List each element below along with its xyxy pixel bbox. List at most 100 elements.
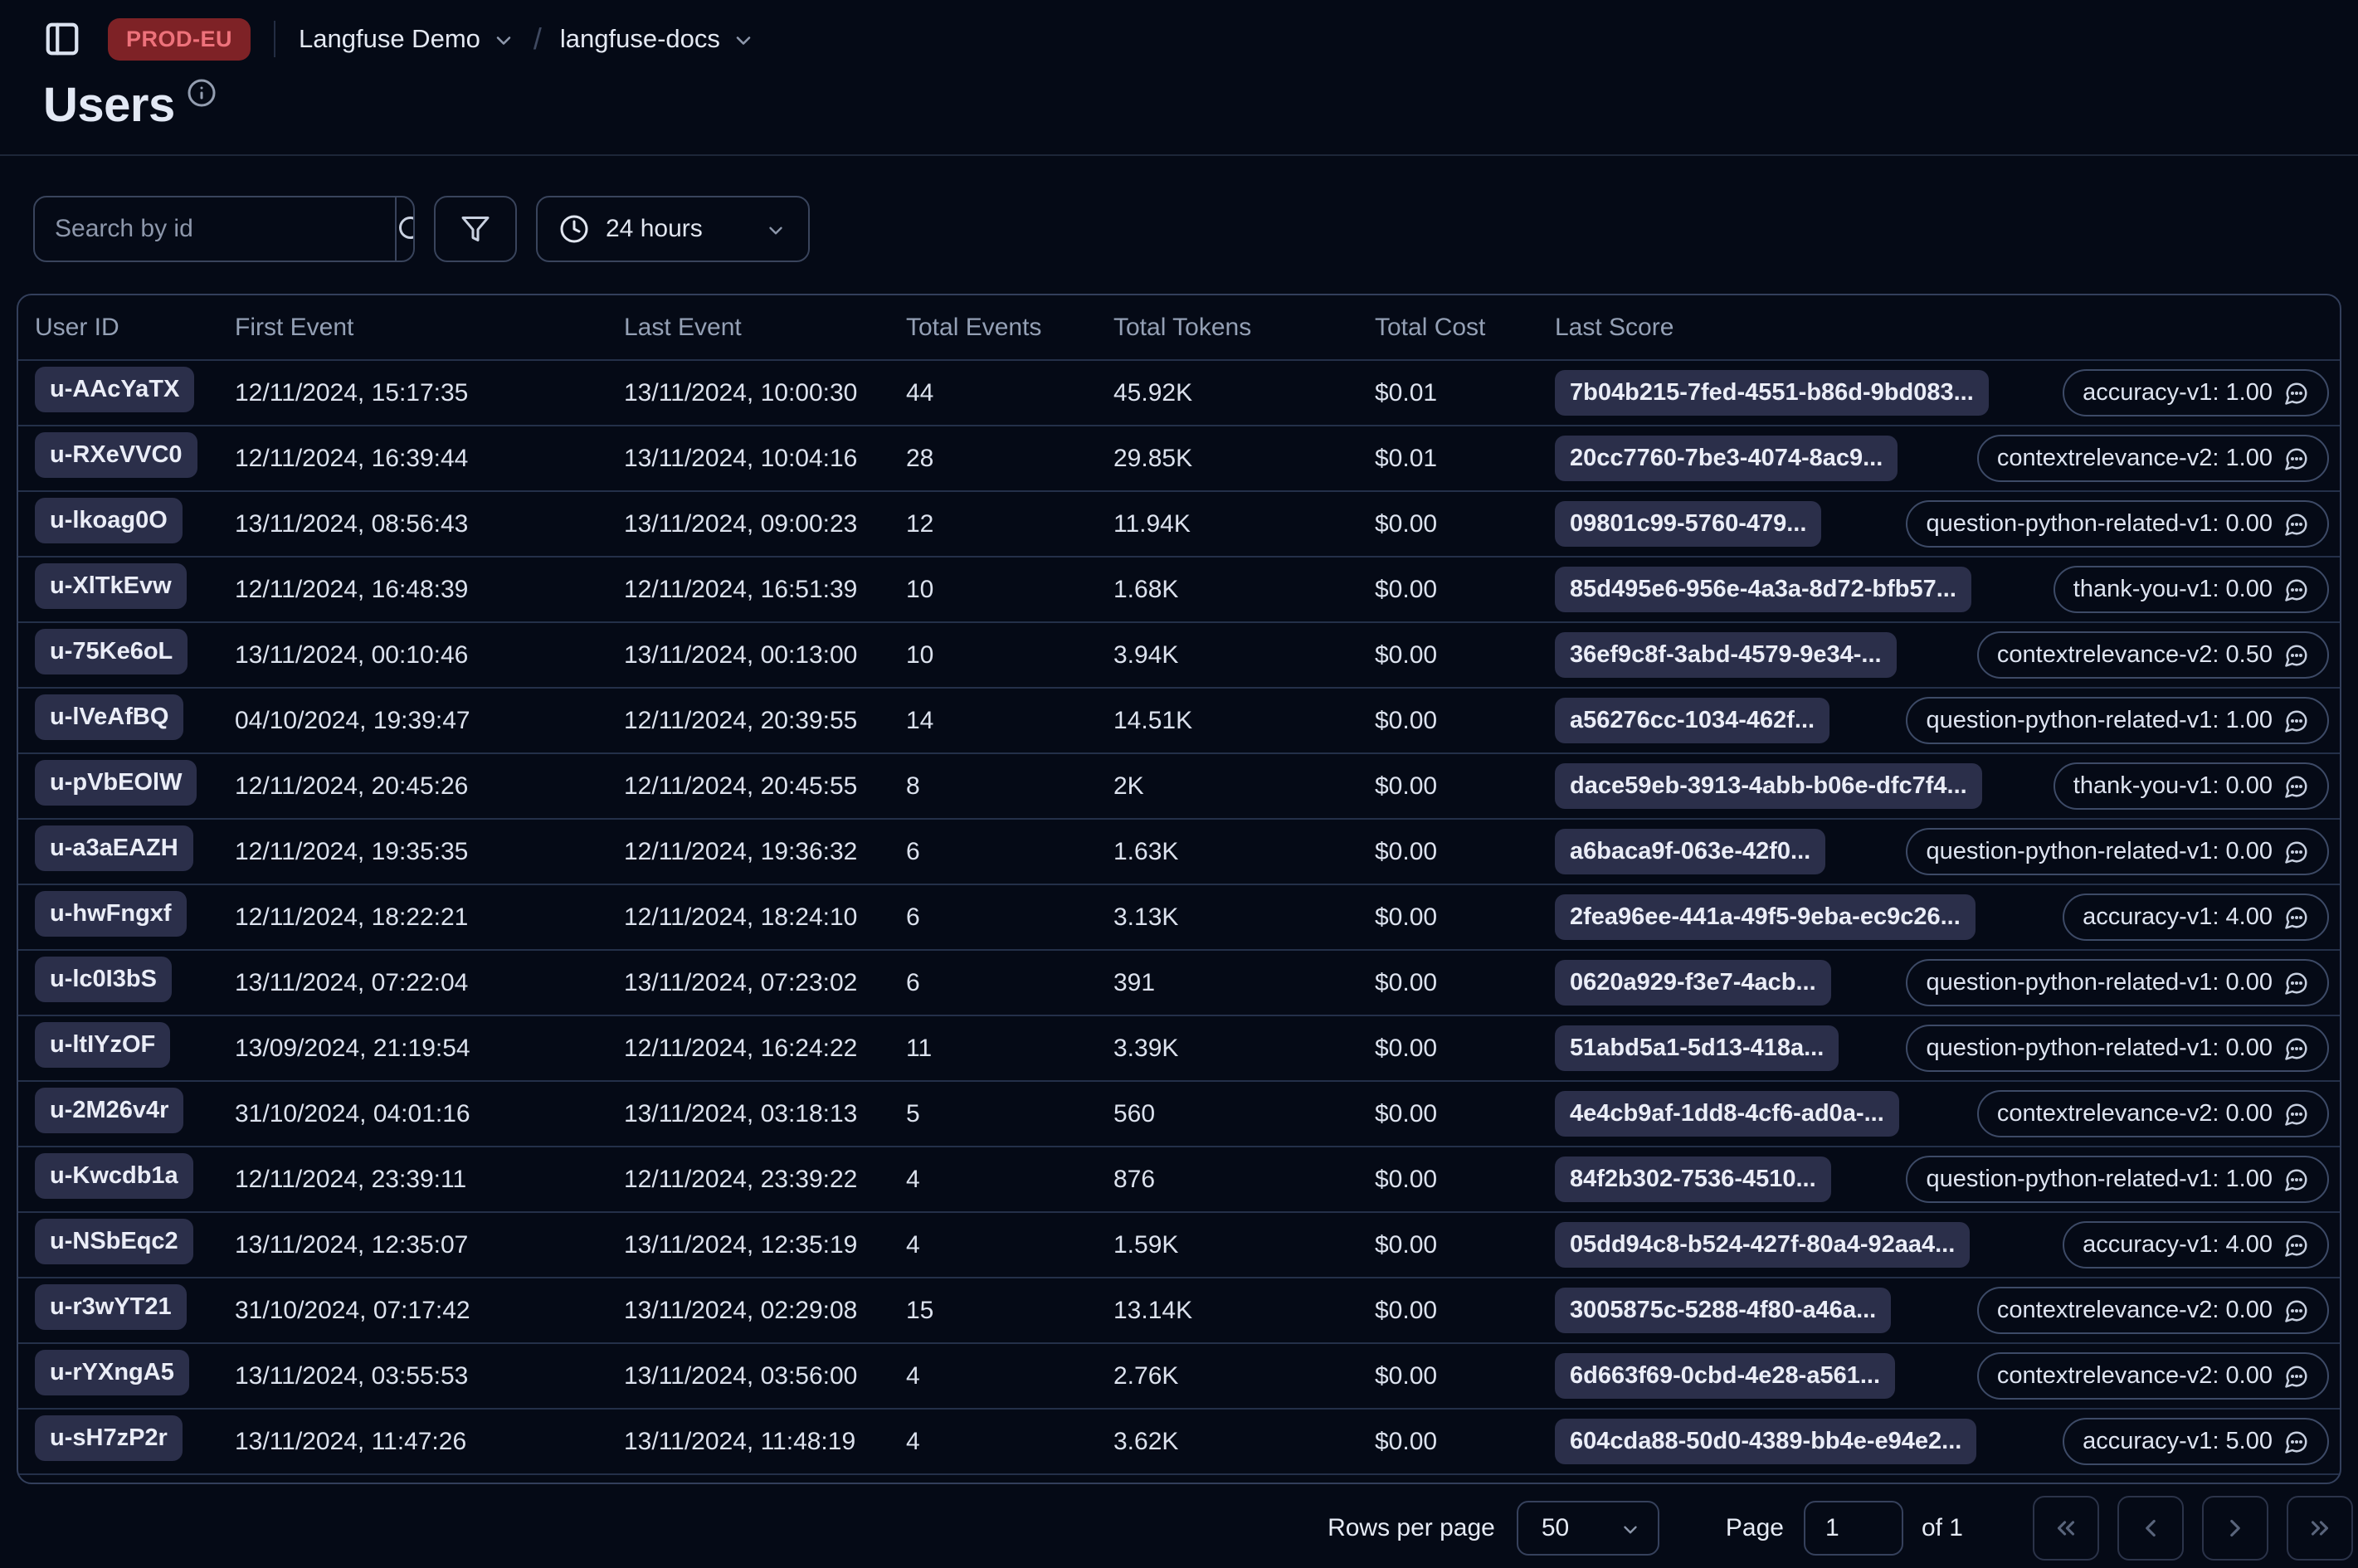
org-switcher[interactable]: Langfuse Demo	[299, 24, 515, 54]
info-icon[interactable]	[187, 78, 217, 108]
score-trace-id-chip[interactable]: 6d663f69-0cbd-4e28-a561...	[1555, 1353, 1895, 1399]
last-score-badge[interactable]: accuracy-v1: 1.00	[2063, 369, 2329, 416]
last-score-badge[interactable]: contextrelevance-v2: 0.00	[1976, 1352, 2329, 1400]
table-row[interactable]: u-sH7zP2r 13/11/2024, 11:47:26 13/11/202…	[18, 1408, 2340, 1473]
table-row[interactable]: u-NSbEqc2 13/11/2024, 12:35:07 13/11/202…	[18, 1211, 2340, 1277]
user-id-chip[interactable]: u-RXeVVC0	[35, 432, 197, 478]
search-submit[interactable]	[395, 197, 413, 261]
score-trace-id-chip[interactable]: a6baca9f-063e-42f0...	[1555, 829, 1826, 874]
score-trace-id-chip[interactable]: 604cda88-50d0-4389-bb4e-e94e2...	[1555, 1419, 1977, 1464]
last-score-badge[interactable]: accuracy-v1: 5.00	[2063, 1418, 2329, 1465]
search-box	[33, 196, 415, 262]
table-row[interactable]: u-a3aEAZH 12/11/2024, 19:35:35 12/11/202…	[18, 818, 2340, 884]
time-range-selector[interactable]: 24 hours	[536, 196, 810, 262]
table-row[interactable]: u-XlTkEvw 12/11/2024, 16:48:39 12/11/202…	[18, 556, 2340, 621]
comment-icon	[2284, 905, 2309, 930]
total-cost-cell: $0.00	[1375, 968, 1438, 996]
user-id-chip[interactable]: u-NSbEqc2	[35, 1219, 193, 1264]
last-score-badge[interactable]: contextrelevance-v2: 1.00	[1976, 435, 2329, 482]
last-score-badge[interactable]: contextrelevance-v2: 0.00	[1976, 1090, 2329, 1137]
rows-per-page-select[interactable]: 50	[1516, 1501, 1659, 1556]
last-score-badge[interactable]: question-python-related-v1: 0.00	[1906, 828, 2329, 875]
score-trace-id-chip[interactable]: 51abd5a1-5d13-418a...	[1555, 1025, 1839, 1071]
last-score-badge[interactable]: question-python-related-v1: 0.00	[1906, 500, 2329, 548]
last-score-badge[interactable]: question-python-related-v1: 0.00	[1906, 959, 2329, 1006]
score-trace-id-chip[interactable]: 3005875c-5288-4f80-a46a...	[1555, 1288, 1892, 1333]
table-row[interactable]: u-Kwcdb1a 12/11/2024, 23:39:11 12/11/202…	[18, 1146, 2340, 1211]
score-trace-id-chip[interactable]: dace59eb-3913-4abb-b06e-dfc7f4...	[1555, 763, 1982, 809]
column-header-total-events: Total Events	[906, 313, 1042, 341]
user-id-chip[interactable]: u-2M26v4r	[35, 1088, 184, 1133]
last-score-badge[interactable]: contextrelevance-v2: 0.50	[1976, 631, 2329, 679]
user-id-chip[interactable]: u-AAcYaTX	[35, 367, 195, 412]
total-events-cell: 4	[906, 1230, 920, 1259]
table-row[interactable]: u-75Ke6oL 13/11/2024, 00:10:46 13/11/202…	[18, 621, 2340, 687]
score-trace-id-chip[interactable]: 05dd94c8-b524-427f-80a4-92aa4...	[1555, 1222, 1971, 1268]
table-row[interactable]: u-r3wYT21 31/10/2024, 07:17:42 13/11/202…	[18, 1277, 2340, 1342]
comment-icon	[2284, 1102, 2309, 1127]
user-id-chip[interactable]: u-XlTkEvw	[35, 563, 187, 609]
table-row[interactable]: u-rYXngA5 13/11/2024, 03:55:53 13/11/202…	[18, 1342, 2340, 1408]
last-score-value: contextrelevance-v2: 0.00	[1996, 1100, 2273, 1127]
total-tokens-cell: 3.94K	[1113, 640, 1179, 669]
last-page-button[interactable]	[2287, 1496, 2353, 1561]
score-trace-id-chip[interactable]: 0620a929-f3e7-4acb...	[1555, 960, 1831, 1006]
score-trace-id-chip[interactable]: 85d495e6-956e-4a3a-8d72-bfb57...	[1555, 567, 1971, 612]
score-trace-id-chip[interactable]: 4e4cb9af-1dd8-4cf6-ad0a-...	[1555, 1091, 1899, 1137]
score-trace-id-chip[interactable]: 09801c99-5760-479...	[1555, 501, 1822, 547]
user-id-chip[interactable]: u-lVeAfBQ	[35, 694, 184, 740]
user-id-chip[interactable]: u-a3aEAZH	[35, 825, 193, 871]
table-row[interactable]: u-lkoag0O 13/11/2024, 08:56:43 13/11/202…	[18, 490, 2340, 556]
user-id-chip[interactable]: u-lkoag0O	[35, 498, 183, 543]
total-tokens-cell: 11.94K	[1113, 509, 1191, 538]
last-score-badge[interactable]: accuracy-v1: 4.00	[2063, 1221, 2329, 1269]
last-score-value: accuracy-v1: 1.00	[2083, 379, 2273, 406]
user-id-chip[interactable]: u-hwFngxf	[35, 891, 187, 937]
table-row[interactable]: u-lc0I3bS 13/11/2024, 07:22:04 13/11/202…	[18, 949, 2340, 1015]
user-id-chip[interactable]: u-r3wYT21	[35, 1284, 187, 1330]
user-id-chip[interactable]: u-lc0I3bS	[35, 957, 172, 1002]
column-header-last-score: Last Score	[1555, 313, 1674, 341]
page-number-input[interactable]	[1803, 1501, 1903, 1556]
first-event-cell: 12/11/2024, 19:35:35	[235, 837, 469, 865]
search-input[interactable]	[35, 197, 395, 261]
total-events-cell: 4	[906, 1427, 920, 1455]
score-trace-id-chip[interactable]: a56276cc-1034-462f...	[1555, 698, 1830, 743]
first-page-button[interactable]	[2033, 1496, 2099, 1561]
comment-icon	[2284, 1233, 2309, 1258]
next-page-button[interactable]	[2202, 1496, 2268, 1561]
user-id-chip[interactable]: u-75Ke6oL	[35, 629, 188, 674]
last-score-badge[interactable]: thank-you-v1: 0.00	[2053, 762, 2329, 810]
table-row[interactable]: u-AAcYaTX 12/11/2024, 15:17:35 13/11/202…	[18, 359, 2340, 425]
filter-button[interactable]	[434, 196, 517, 262]
last-score-value: question-python-related-v1: 0.00	[1926, 838, 2273, 864]
total-events-cell: 6	[906, 837, 920, 865]
last-score-badge[interactable]: thank-you-v1: 0.00	[2053, 566, 2329, 613]
table-row[interactable]: u-pVbEOlW 12/11/2024, 20:45:26 12/11/202…	[18, 752, 2340, 818]
score-trace-id-chip[interactable]: 20cc7760-7be3-4074-8ac9...	[1555, 436, 1898, 481]
breadcrumb-separator: /	[533, 22, 542, 56]
total-events-cell: 12	[906, 509, 934, 538]
score-trace-id-chip[interactable]: 7b04b215-7fed-4551-b86d-9bd083...	[1555, 370, 1989, 416]
table-row[interactable]: u-RXeVVC0 12/11/2024, 16:39:44 13/11/202…	[18, 425, 2340, 490]
table-row[interactable]: u-ltIYzOF 13/09/2024, 21:19:54 12/11/202…	[18, 1015, 2340, 1080]
sidebar-toggle-button[interactable]	[43, 20, 81, 58]
user-id-chip[interactable]: u-Kwcdb1a	[35, 1153, 193, 1199]
score-trace-id-chip[interactable]: 36ef9c8f-3abd-4579-9e34-...	[1555, 632, 1897, 678]
user-id-chip[interactable]: u-ltIYzOF	[35, 1022, 171, 1068]
last-score-badge[interactable]: accuracy-v1: 4.00	[2063, 894, 2329, 941]
last-score-badge[interactable]: question-python-related-v1: 0.00	[1906, 1025, 2329, 1072]
project-switcher[interactable]: langfuse-docs	[560, 24, 755, 54]
user-id-chip[interactable]: u-sH7zP2r	[35, 1415, 183, 1461]
last-score-badge[interactable]: question-python-related-v1: 1.00	[1906, 697, 2329, 744]
table-row[interactable]: u-2M26v4r 31/10/2024, 04:01:16 13/11/202…	[18, 1080, 2340, 1146]
last-score-badge[interactable]: contextrelevance-v2: 0.00	[1976, 1287, 2329, 1334]
user-id-chip[interactable]: u-pVbEOlW	[35, 760, 197, 806]
last-score-badge[interactable]: question-python-related-v1: 1.00	[1906, 1156, 2329, 1203]
score-trace-id-chip[interactable]: 2fea96ee-441a-49f5-9eba-ec9c26...	[1555, 894, 1976, 940]
table-row[interactable]: u-hwFngxf 12/11/2024, 18:22:21 12/11/202…	[18, 884, 2340, 949]
score-trace-id-chip[interactable]: 84f2b302-7536-4510...	[1555, 1157, 1831, 1202]
table-row[interactable]: u-lVeAfBQ 04/10/2024, 19:39:47 12/11/202…	[18, 687, 2340, 752]
previous-page-button[interactable]	[2117, 1496, 2184, 1561]
user-id-chip[interactable]: u-rYXngA5	[35, 1350, 189, 1395]
